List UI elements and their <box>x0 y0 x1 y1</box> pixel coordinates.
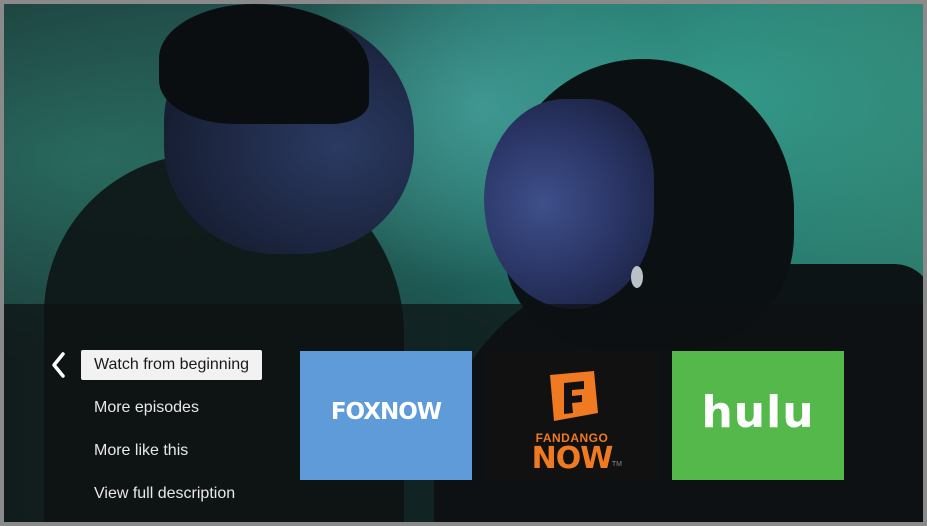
chevron-left-icon[interactable] <box>48 350 70 380</box>
menu-item-more-episodes[interactable]: More episodes <box>81 393 262 423</box>
options-menu: Watch from beginning More episodes More … <box>81 350 263 522</box>
now-wordmark: NOW <box>531 441 614 476</box>
trademark-mark: TM <box>611 461 622 468</box>
hulu-logo: hulu <box>701 387 815 438</box>
foxnow-logo: FOXNOW <box>330 399 442 425</box>
hero-figure-earring <box>631 266 643 288</box>
menu-item-watch-from-beginning[interactable]: Watch from beginning <box>81 350 263 380</box>
provider-tile-foxnow[interactable]: FOXNOW <box>300 351 472 480</box>
provider-tile-hulu[interactable]: hulu <box>672 351 844 480</box>
tv-screen: Watch from beginning More episodes More … <box>0 0 927 526</box>
hero-figure-man-hair <box>159 4 369 124</box>
menu-item-more-like-this[interactable]: More like this <box>81 436 262 466</box>
menu-item-view-full-description[interactable]: View full description <box>81 479 262 509</box>
provider-tile-fandango-now[interactable]: FANDANGO NOW TM <box>486 351 658 480</box>
fandango-f-icon <box>550 371 598 421</box>
